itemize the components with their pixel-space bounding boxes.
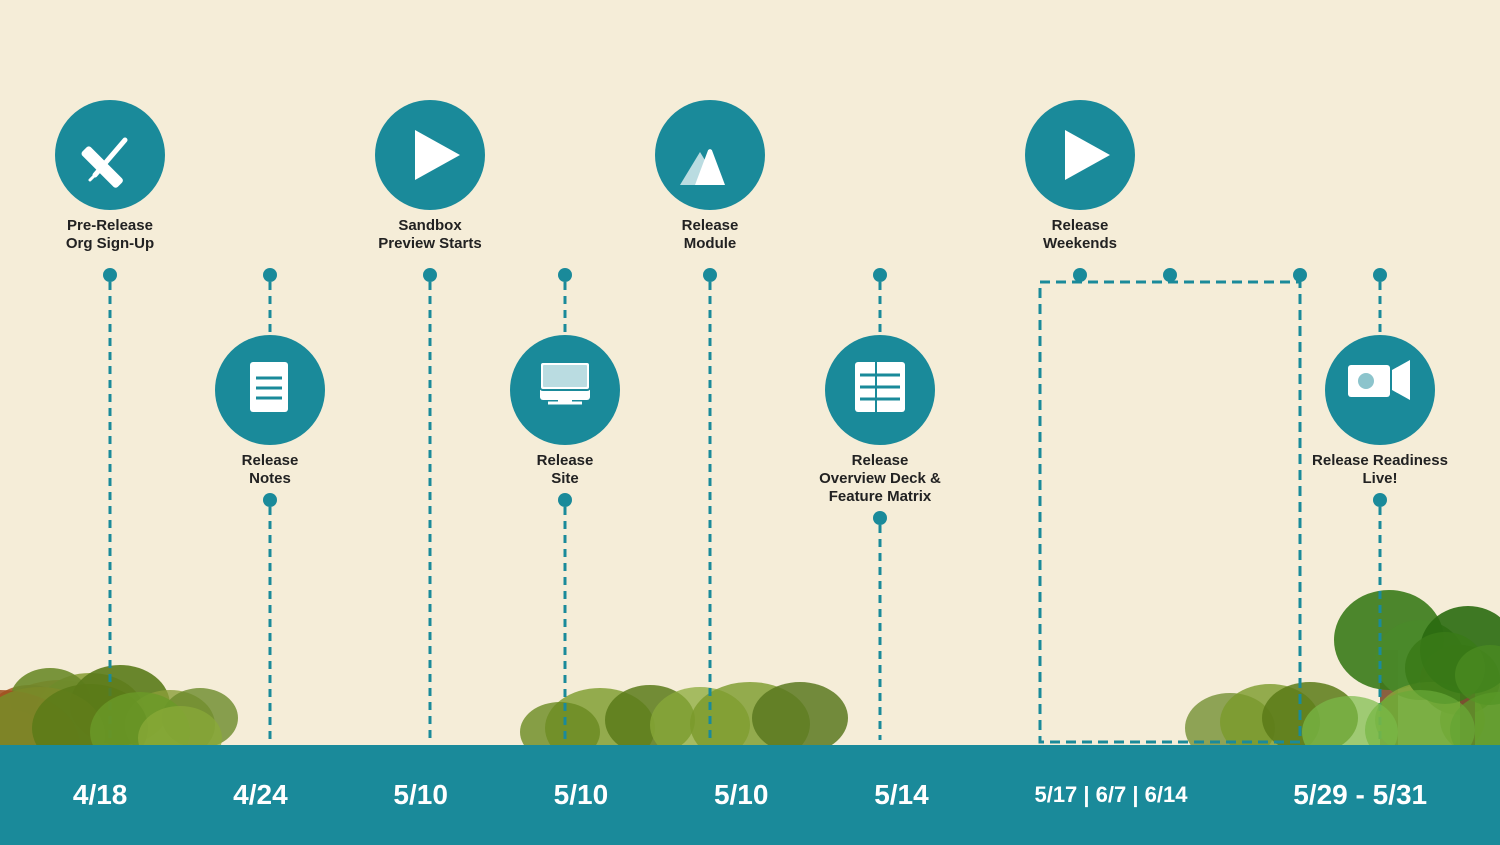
svg-text:Sandbox: Sandbox xyxy=(398,217,462,234)
date-510a: 5/10 xyxy=(393,779,448,811)
main-container: Pre-Release Org Sign-Up Release Notes Sa… xyxy=(0,0,1500,845)
timeline-svg: Pre-Release Org Sign-Up Release Notes Sa… xyxy=(0,0,1500,845)
date-514: 5/14 xyxy=(874,779,929,811)
date-bar: 4/18 4/24 5/10 5/10 5/10 5/14 5/17 | 6/7… xyxy=(0,745,1500,845)
date-424: 4/24 xyxy=(233,779,288,811)
svg-text:Preview Starts: Preview Starts xyxy=(378,235,481,252)
svg-text:Notes: Notes xyxy=(249,470,291,487)
svg-text:Weekends: Weekends xyxy=(1043,235,1117,252)
date-510c: 5/10 xyxy=(714,779,769,811)
svg-text:Live!: Live! xyxy=(1362,470,1397,487)
date-418: 4/18 xyxy=(73,779,128,811)
svg-text:Release: Release xyxy=(852,452,909,469)
svg-text:Site: Site xyxy=(551,470,579,487)
svg-text:Feature Matrix: Feature Matrix xyxy=(829,488,932,505)
svg-text:Org Sign-Up: Org Sign-Up xyxy=(66,235,154,252)
svg-text:Release: Release xyxy=(537,452,594,469)
svg-text:Release: Release xyxy=(242,452,299,469)
svg-text:Release: Release xyxy=(682,217,739,234)
date-517: 5/17 | 6/7 | 6/14 xyxy=(1034,782,1187,808)
svg-text:Release Readiness: Release Readiness xyxy=(1312,452,1448,469)
svg-text:Release: Release xyxy=(1052,217,1109,234)
date-510b: 5/10 xyxy=(554,779,609,811)
date-529: 5/29 - 5/31 xyxy=(1293,779,1427,811)
svg-text:Overview Deck &: Overview Deck & xyxy=(819,470,941,487)
svg-text:Pre-Release: Pre-Release xyxy=(67,217,153,234)
svg-text:Module: Module xyxy=(684,235,737,252)
